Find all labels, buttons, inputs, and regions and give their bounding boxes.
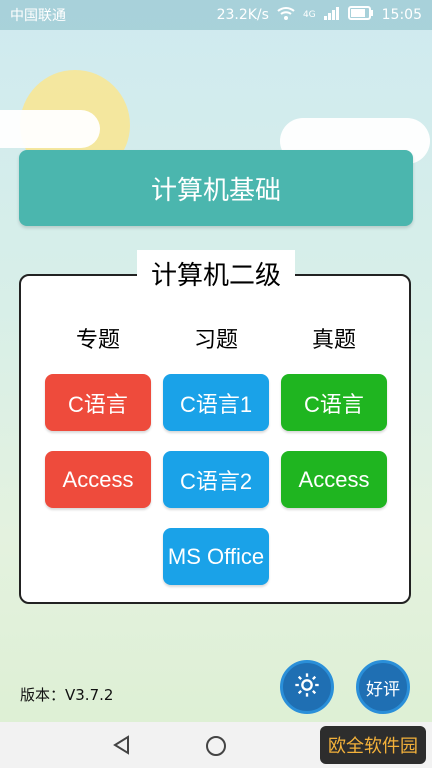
panel-title: 计算机二级 <box>137 250 295 296</box>
back-icon[interactable] <box>112 735 130 759</box>
version-label: 版本：V3.7.2 <box>20 686 114 704</box>
column-heading-topics: 专题 <box>75 328 120 353</box>
carrier-label: 中国联通 <box>10 8 66 24</box>
cloud-decoration <box>0 110 100 148</box>
computer-basics-button[interactable]: 计算机基础 <box>19 150 413 226</box>
column-heading-exams: 真题 <box>311 328 356 353</box>
settings-button[interactable] <box>280 660 334 714</box>
topic-c-language-button[interactable]: C语言 <box>45 374 151 431</box>
gear-icon <box>293 671 321 703</box>
wifi-icon <box>277 6 295 24</box>
clock: 15:05 <box>381 7 422 23</box>
network-type: 4G <box>302 10 316 20</box>
column-heading-exercises: 习题 <box>193 328 238 353</box>
status-bar: 中国联通 23.2K/s 4G 15:05 <box>0 0 432 30</box>
home-icon[interactable] <box>205 735 227 761</box>
watermark-logo: 欧全软件园 <box>320 726 426 764</box>
battery-icon <box>347 6 374 24</box>
review-button[interactable]: 好评 <box>356 660 410 714</box>
exercise-ms-office-button[interactable]: MS Office <box>163 528 269 585</box>
exam-c-language-button[interactable]: C语言 <box>281 374 387 431</box>
exercise-c-language-2-button[interactable]: C语言2 <box>163 451 269 508</box>
exercise-c-language-1-button[interactable]: C语言1 <box>163 374 269 431</box>
watermark-text: 欧全软件园 <box>328 736 418 757</box>
exam-access-button[interactable]: Access <box>281 451 387 508</box>
signal-icon <box>323 6 340 24</box>
review-label: 好评 <box>366 679 400 700</box>
topic-access-button[interactable]: Access <box>45 451 151 508</box>
network-speed: 23.2K/s <box>216 7 269 23</box>
